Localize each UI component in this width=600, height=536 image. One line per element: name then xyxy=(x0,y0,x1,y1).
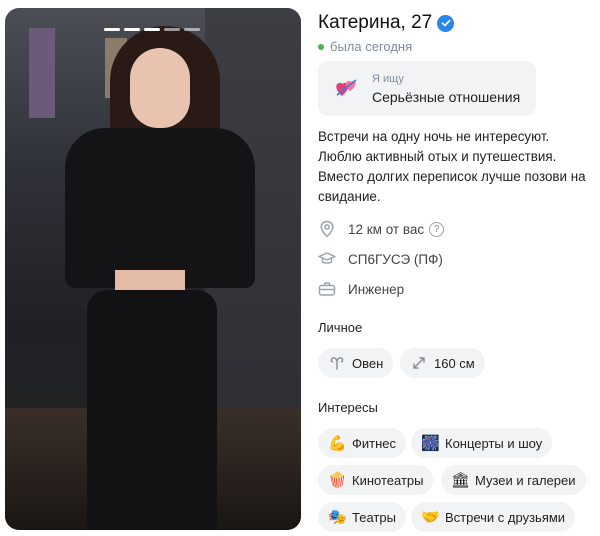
flexed-biceps-icon: 💪 xyxy=(328,435,347,452)
education-row: СП6ГУСЭ (ПФ) xyxy=(318,250,443,268)
photo-page-dot[interactable] xyxy=(144,28,160,31)
interest-chip-concerts[interactable]: 🎆 Концерты и шоу xyxy=(411,428,553,458)
photo-subject xyxy=(87,290,217,530)
distance-row: 12 км от вас ? xyxy=(318,220,445,238)
photo-background xyxy=(29,28,55,118)
photo-page-dot[interactable] xyxy=(184,28,200,31)
seeking-value: Серьёзные отношения xyxy=(372,89,521,105)
briefcase-icon xyxy=(318,280,336,298)
interest-chip-friends[interactable]: 🤝 Встречи с друзьями xyxy=(411,502,576,532)
section-title-personal: Личное xyxy=(318,320,363,335)
status-dot-icon xyxy=(318,43,324,50)
seeking-label: Я ищу xyxy=(372,73,404,85)
fireworks-icon: 🎆 xyxy=(421,435,440,452)
handshake-icon: 🤝 xyxy=(421,509,440,526)
interest-chip-fitness[interactable]: 💪 Фитнес xyxy=(318,428,407,458)
resize-arrows-icon xyxy=(410,354,428,372)
photo-page-dot[interactable] xyxy=(104,28,120,31)
bio-line: Встречи на одну ночь не интересуют. xyxy=(318,129,550,144)
interest-label: Фитнес xyxy=(352,435,397,451)
graduation-cap-icon xyxy=(318,250,336,268)
photo-page-dot[interactable] xyxy=(164,28,180,31)
interest-label: Театры xyxy=(352,509,396,525)
height-chip[interactable]: 160 см xyxy=(400,348,485,378)
interest-chip-theatres[interactable]: 🎭 Театры xyxy=(318,502,406,532)
distance-text: 12 км от вас xyxy=(348,221,425,237)
popcorn-icon: 🍿 xyxy=(328,472,347,489)
bio-line: Люблю активный отых и путешествия. xyxy=(318,149,557,164)
museum-icon: 🏛 xyxy=(451,472,471,489)
location-pin-icon xyxy=(318,220,336,238)
job-row: Инженер xyxy=(318,280,404,298)
job-text: Инженер xyxy=(348,281,405,297)
bio-line: свидание. xyxy=(318,189,381,204)
photo-pagination xyxy=(104,28,200,31)
theatre-masks-icon: 🎭 xyxy=(328,509,347,526)
seeking-card[interactable]: Я ищу Серьёзные отношения xyxy=(318,61,536,116)
photo-page-dot[interactable] xyxy=(124,28,140,31)
name-row: Катерина, 27 xyxy=(318,12,455,34)
photo-subject xyxy=(65,128,255,288)
profile-photo[interactable] xyxy=(5,8,301,530)
photo-subject xyxy=(130,48,190,128)
aries-icon xyxy=(328,354,346,372)
section-title-interests: Интересы xyxy=(318,400,378,415)
profile-name: Катерина, 27 xyxy=(318,12,433,33)
help-icon[interactable]: ? xyxy=(429,221,445,237)
interest-chip-museums[interactable]: 🏛 Музеи и галереи xyxy=(441,465,586,495)
height-label: 160 см xyxy=(434,355,475,371)
status-text: была сегодня xyxy=(330,39,413,54)
interest-label: Концерты и шоу xyxy=(445,435,543,451)
interest-chip-cinema[interactable]: 🍿 Кинотеатры xyxy=(318,465,434,495)
interest-label: Кинотеатры xyxy=(352,472,424,488)
zodiac-label: Овен xyxy=(352,355,384,371)
interest-label: Встречи с друзьями xyxy=(445,509,566,525)
hearts-icon xyxy=(333,75,359,108)
verified-check-icon xyxy=(437,14,455,32)
interest-label: Музеи и галереи xyxy=(475,472,576,488)
zodiac-chip[interactable]: Овен xyxy=(318,348,394,378)
education-text: СП6ГУСЭ (ПФ) xyxy=(348,251,443,267)
bio-line: Вместо долгих переписок лучше позови на xyxy=(318,169,586,184)
online-status: была сегодня xyxy=(318,39,412,54)
bio-text: Встречи на одну ночь не интересуют. Любл… xyxy=(318,127,598,207)
